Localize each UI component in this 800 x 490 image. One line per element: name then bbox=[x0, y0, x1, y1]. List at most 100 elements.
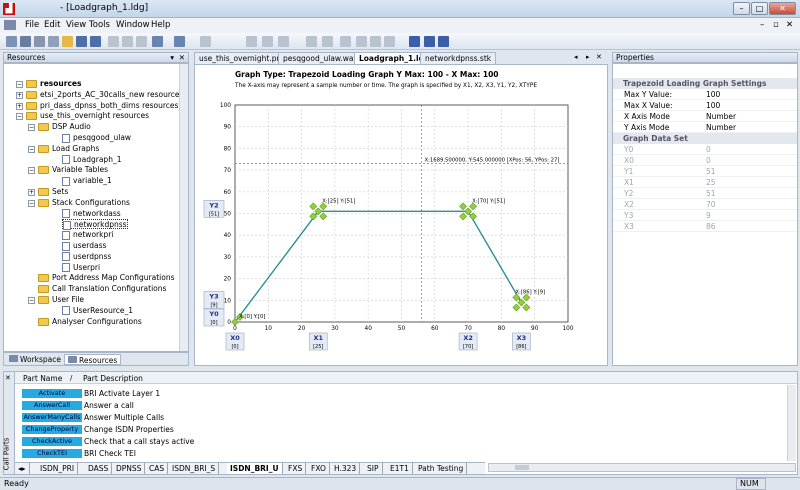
tree-icon[interactable] bbox=[438, 36, 449, 47]
menu-help[interactable]: Help bbox=[151, 20, 170, 30]
tab-scroll-arrows-icon[interactable]: ◂▸ bbox=[15, 463, 30, 474]
tree-file-item[interactable]: networkpri bbox=[62, 230, 113, 240]
tree-folder-item[interactable]: Variable Tables bbox=[38, 165, 108, 175]
tree-folder-item[interactable]: resources bbox=[26, 79, 81, 89]
tree-expander-icon[interactable]: + bbox=[16, 91, 23, 99]
new-project-icon[interactable] bbox=[6, 36, 17, 47]
tools-icon[interactable] bbox=[278, 36, 289, 47]
copy-icon[interactable] bbox=[122, 36, 133, 47]
tab-left-arrow-icon[interactable]: ◂ bbox=[574, 53, 578, 61]
panel-close-icon[interactable]: ✕ bbox=[179, 53, 185, 62]
part-name-chip[interactable]: CheckActive bbox=[22, 437, 82, 446]
point-handle[interactable] bbox=[309, 202, 318, 211]
call-parts-tab[interactable]: ISDN_BRI_S bbox=[169, 463, 220, 474]
tab-use-this-overnight[interactable]: use_this_overnight.prg bbox=[194, 52, 290, 64]
property-value[interactable]: Number bbox=[706, 122, 736, 133]
menu-window[interactable]: Window bbox=[116, 20, 150, 30]
tree-file-item[interactable]: networkdass bbox=[62, 209, 121, 219]
property-row[interactable]: X Axis Mode Number bbox=[613, 111, 797, 122]
part-name-chip[interactable]: CheckTEI bbox=[22, 449, 82, 458]
tree-folder-item[interactable]: Stack Configurations bbox=[38, 198, 130, 208]
property-row[interactable]: Max X Value: 100 bbox=[613, 100, 797, 111]
split-icon[interactable] bbox=[424, 36, 435, 47]
tree-folder-item[interactable]: Analyser Configurations bbox=[38, 317, 142, 327]
document-icon[interactable] bbox=[4, 20, 16, 30]
part-name-chip[interactable]: AnswerCall bbox=[22, 401, 82, 410]
new-file-icon[interactable] bbox=[20, 36, 31, 47]
tree-expander-icon[interactable]: − bbox=[16, 113, 23, 121]
pin-icon[interactable]: ▾ bbox=[170, 53, 174, 62]
copy-file-icon[interactable] bbox=[48, 36, 59, 47]
infinity-icon[interactable] bbox=[370, 36, 381, 47]
call-parts-tab[interactable]: CAS bbox=[146, 463, 169, 474]
tab-networkdpnss[interactable]: networkdpnss.stk bbox=[420, 52, 497, 64]
settings-icon[interactable] bbox=[306, 36, 317, 47]
call-parts-tab[interactable]: Path Testing bbox=[415, 463, 468, 474]
print-icon[interactable] bbox=[262, 36, 273, 47]
point-handle[interactable] bbox=[319, 212, 328, 221]
horizontal-scrollbar[interactable] bbox=[488, 463, 796, 472]
dataset-row[interactable]: X0 0 bbox=[613, 155, 797, 166]
sort-icon[interactable]: / bbox=[70, 374, 72, 382]
scrollbar-thumb[interactable] bbox=[515, 465, 529, 470]
tree-folder-item[interactable]: Call Translation Configurations bbox=[38, 284, 166, 294]
call-parts-tab[interactable]: FXS bbox=[285, 463, 307, 474]
layout-icon[interactable] bbox=[409, 36, 420, 47]
dataset-value[interactable]: 86 bbox=[706, 221, 716, 232]
point-handle[interactable] bbox=[522, 303, 531, 312]
dataset-row[interactable]: Y1 51 bbox=[613, 166, 797, 177]
tree-expander-icon[interactable]: − bbox=[16, 81, 23, 88]
call-parts-tab[interactable]: ISDN_PRI bbox=[37, 463, 79, 474]
point-handle[interactable] bbox=[459, 212, 467, 221]
dataset-row[interactable]: X3 86 bbox=[613, 221, 797, 232]
part-name-chip[interactable]: AnswerManyCalls bbox=[22, 413, 82, 422]
call-parts-tab[interactable]: FXO bbox=[308, 463, 330, 474]
tree-file-item[interactable]: UserResource_1 bbox=[62, 306, 133, 316]
cut-icon[interactable] bbox=[108, 36, 119, 47]
call-parts-tab[interactable]: H.323 bbox=[331, 463, 361, 474]
tree-file-item[interactable]: Userpri bbox=[62, 263, 100, 273]
tree-expander-icon[interactable]: − bbox=[28, 199, 35, 207]
redo-icon[interactable] bbox=[174, 36, 185, 47]
menu-edit[interactable]: Edit bbox=[44, 20, 60, 30]
tree-folder-item[interactable]: use_this_overnight resources bbox=[26, 111, 149, 121]
call-parts-tab[interactable]: DPNSS bbox=[113, 463, 146, 474]
tree-file-item[interactable]: Loadgraph_1 bbox=[62, 155, 121, 165]
point-handle[interactable] bbox=[517, 298, 526, 307]
undo-icon[interactable] bbox=[152, 36, 163, 47]
tree-expander-icon[interactable]: − bbox=[28, 124, 35, 132]
tab-pesqgood-ulaw[interactable]: pesqgood_ulaw.wav bbox=[278, 52, 363, 64]
point-handle[interactable] bbox=[459, 202, 467, 211]
tree-expander-icon[interactable]: − bbox=[28, 145, 35, 153]
trace-icon[interactable] bbox=[322, 36, 333, 47]
tree-folder-item[interactable]: Sets bbox=[38, 187, 68, 197]
dataset-value[interactable]: 70 bbox=[706, 199, 716, 210]
tab-close-icon[interactable]: ✕ bbox=[596, 53, 602, 61]
new-window-icon[interactable] bbox=[34, 36, 45, 47]
close-window-button[interactable]: ✕ bbox=[769, 2, 796, 15]
column-part-description[interactable]: Part Description bbox=[83, 374, 143, 383]
dataset-row[interactable]: X1 25 bbox=[613, 177, 797, 188]
call-parts-tab[interactable]: E1T1 bbox=[387, 463, 413, 474]
tree-folder-item[interactable]: User File bbox=[38, 295, 84, 305]
property-value[interactable]: Number bbox=[706, 111, 736, 122]
tab-resources[interactable]: Resources bbox=[64, 354, 122, 365]
point-handle[interactable] bbox=[469, 212, 477, 221]
tree-file-item[interactable]: variable_1 bbox=[62, 176, 112, 186]
dataset-row[interactable]: Y0 0 bbox=[613, 144, 797, 155]
dataset-value[interactable]: 0 bbox=[706, 155, 711, 166]
tree-expander-icon[interactable]: − bbox=[28, 167, 35, 175]
call-parts-tab[interactable]: DASS bbox=[85, 463, 113, 474]
load-graph-chart[interactable]: Graph Type: Trapezoid Loading Graph Y Ma… bbox=[195, 65, 609, 367]
property-row[interactable]: Max Y Value: 100 bbox=[613, 89, 797, 100]
stop-icon[interactable] bbox=[384, 36, 395, 47]
tree-expander-icon[interactable]: + bbox=[28, 189, 35, 196]
tree-expander-icon[interactable]: + bbox=[16, 102, 23, 110]
tree-folder-item[interactable]: DSP Audio bbox=[38, 122, 91, 132]
tree-folder-item[interactable]: Port Address Map Configurations bbox=[38, 273, 175, 283]
disconnect-icon[interactable] bbox=[340, 36, 351, 47]
dataset-value[interactable]: 25 bbox=[706, 177, 716, 188]
side-close-icon[interactable]: ✕ bbox=[5, 374, 11, 382]
doc-close-icon[interactable]: ✕ bbox=[786, 20, 793, 30]
tree-folder-item[interactable]: Load Graphs bbox=[38, 144, 99, 154]
